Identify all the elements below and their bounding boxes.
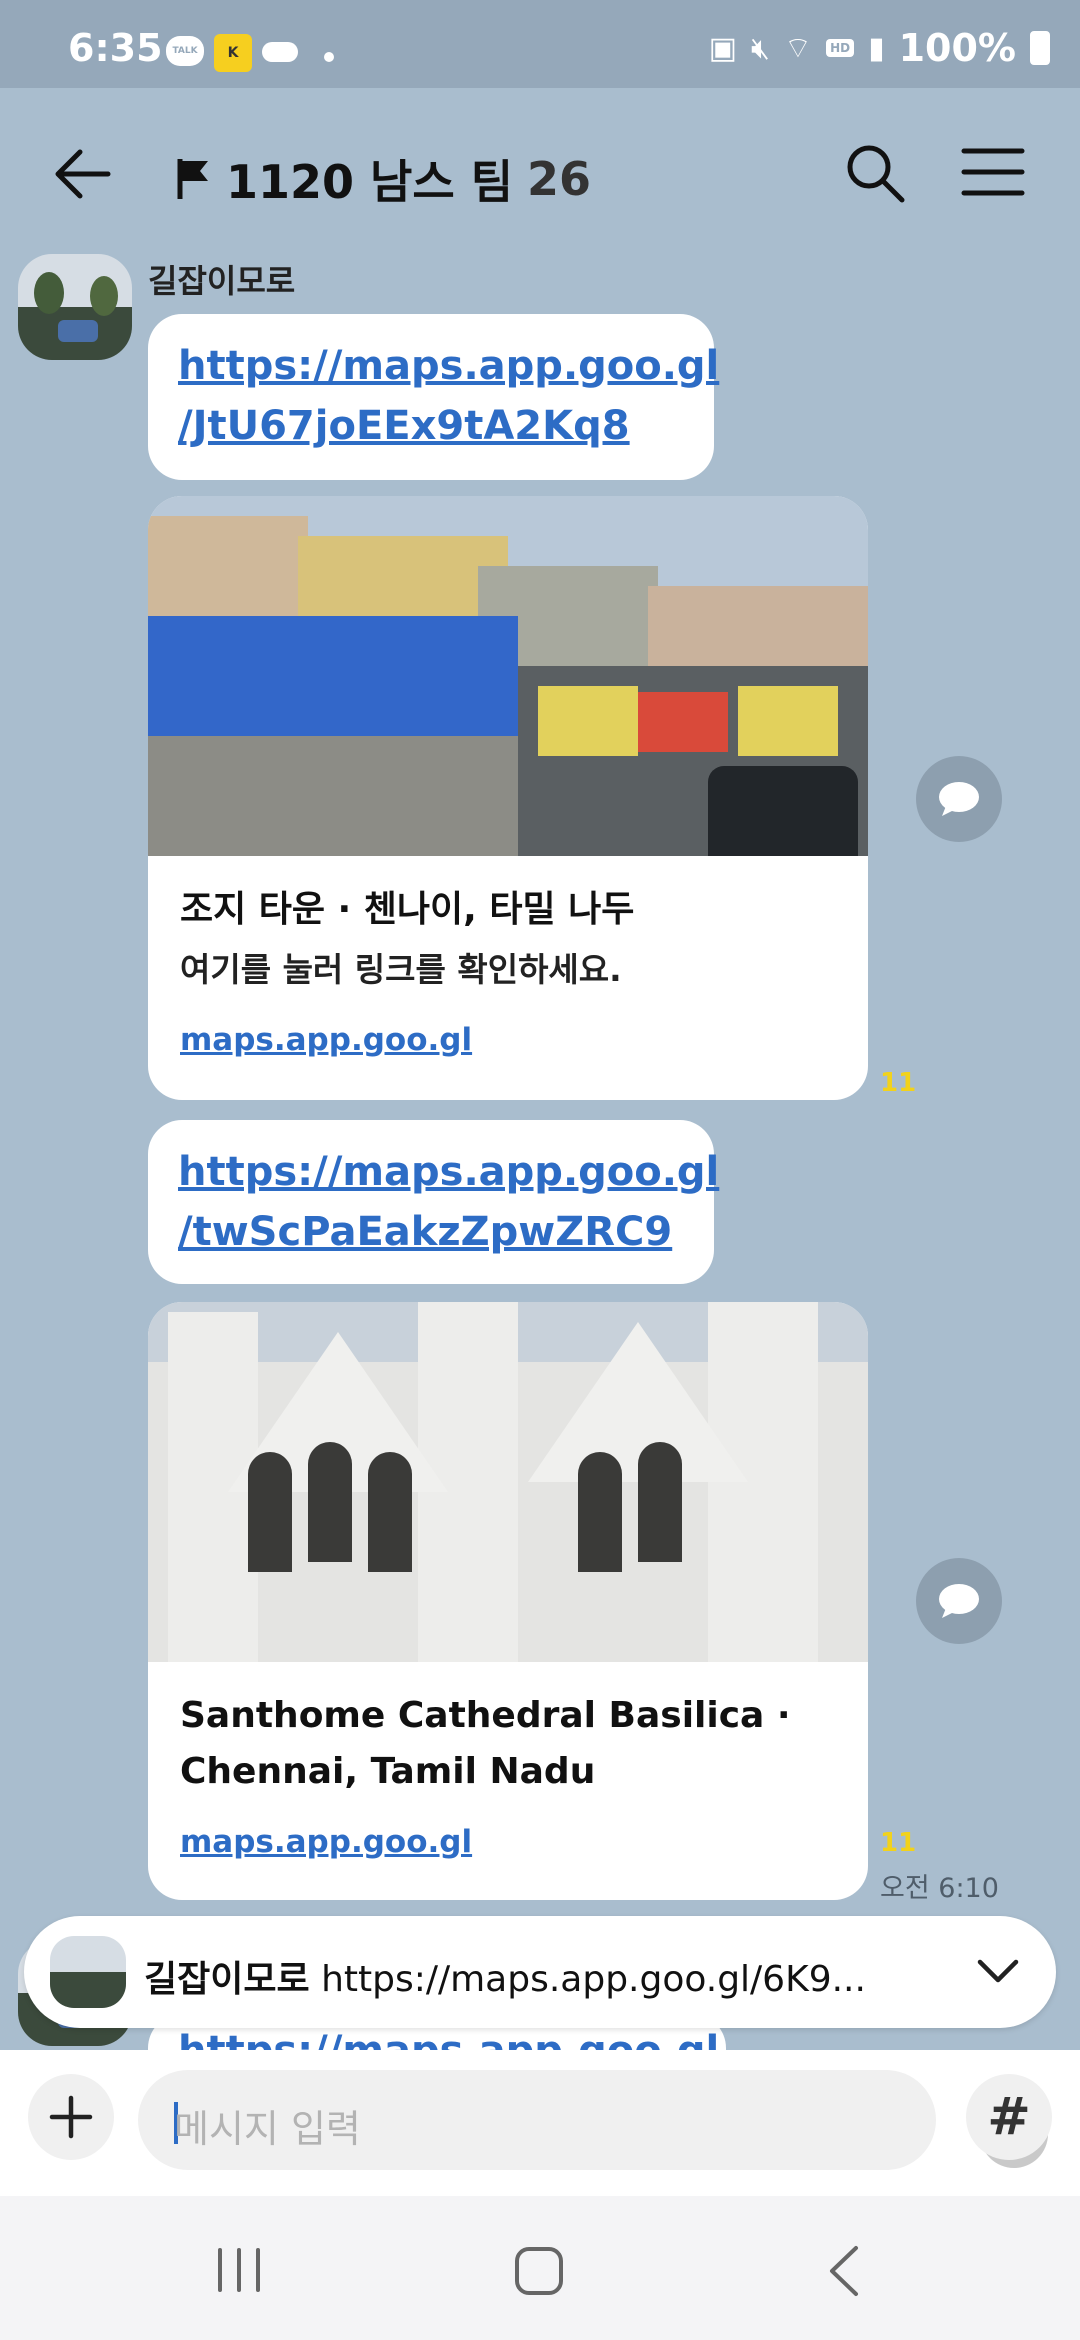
kakaotalk-notification-icon: TALK (166, 36, 204, 66)
link-line[interactable]: /JtU67joEEx9tA2Kq8 (178, 396, 684, 456)
wifi-icon: ⌔ (783, 31, 813, 66)
link-line[interactable]: /twScPaEakzZpwZRC9 (178, 1202, 684, 1262)
link-preview-card-1[interactable]: 조지 타운 · 첸나이, 타밀 나두 여기를 눌러 링크를 확인하세요. map… (148, 496, 868, 1100)
status-bar: 6:35 TALK K ▣ 🔇︎ ⌔ HD ▮ 100% (0, 0, 1080, 88)
search-icon[interactable] (842, 140, 908, 206)
link-preview-card-2[interactable]: Santhome Cathedral Basilica · Chennai, T… (148, 1302, 868, 1900)
link-message-1[interactable]: https://maps.app.goo.gl /JtU67joEEx9tA2K… (148, 314, 719, 480)
battery-percent: 100% (898, 26, 1016, 70)
sender-name: 길잡이모로 (148, 262, 296, 300)
member-count: 26 (527, 152, 592, 206)
chat-header: 1120 남스 팀 26 (0, 88, 1080, 258)
sender-avatar[interactable] (18, 254, 132, 360)
attach-button[interactable] (28, 2074, 114, 2160)
message-input-bar: 메시지 입력 # (0, 2050, 1080, 2196)
notice-message: https://maps.app.goo.gl/6K9... (321, 1959, 866, 2000)
link-line[interactable]: https://maps.app.goo.gl (178, 336, 719, 396)
home-icon[interactable] (514, 2246, 564, 2296)
menu-icon[interactable] (960, 146, 1026, 198)
notice-sender: 길잡이모로 (144, 1959, 310, 2000)
cloud-icon (262, 42, 298, 62)
nfc-icon: ▣ (708, 30, 737, 66)
message-input[interactable]: 메시지 입력 (138, 2070, 1048, 2170)
app-notification-icon: K (214, 34, 252, 72)
pinned-notice-bar[interactable]: 길잡이모로 https://maps.app.goo.gl/6K9... (24, 1916, 1056, 2028)
flag-icon (177, 159, 208, 199)
speech-bubble-icon (939, 782, 979, 816)
speech-bubble-icon (939, 1584, 979, 1618)
back-arrow-icon[interactable] (50, 142, 114, 206)
notice-text: 길잡이모로 https://maps.app.goo.gl/6K9... (144, 1950, 964, 2002)
preview-description: 여기를 눌러 링크를 확인하세요. (180, 950, 622, 989)
unread-count: 11 (880, 1828, 917, 1858)
link-line[interactable]: https://maps.app.goo.gl (178, 1142, 719, 1202)
share-button[interactable] (916, 756, 1002, 842)
signal-icon: ▮ (868, 30, 885, 66)
preview-image (148, 1302, 868, 1662)
chevron-down-icon[interactable] (976, 1952, 1020, 1992)
preview-title: Santhome Cathedral Basilica · (180, 1695, 791, 1736)
status-time: 6:35 (68, 26, 163, 70)
recent-apps-icon[interactable] (212, 2248, 266, 2292)
system-navigation-bar (0, 2196, 1080, 2340)
notice-avatar (50, 1936, 126, 2008)
chat-title-area[interactable]: 1120 남스 팀 26 (176, 146, 591, 212)
battery-icon (1030, 31, 1050, 65)
more-notifications-dot-icon (324, 52, 334, 62)
preview-image (148, 496, 868, 856)
hd-voice-icon: HD (826, 39, 855, 57)
plus-icon (49, 2095, 93, 2139)
unread-count: 11 (880, 1068, 917, 1098)
message-time: 오전 6:10 (880, 1873, 999, 1904)
mute-icon: 🔇︎ (750, 30, 770, 66)
status-indicators: ▣ 🔇︎ ⌔ HD ▮ 100% (709, 26, 1050, 70)
hashtag-search-button[interactable]: # (966, 2074, 1052, 2160)
preview-title: Chennai, Tamil Nadu (180, 1751, 596, 1792)
message-input-placeholder: 메시지 입력 (174, 2107, 361, 2151)
preview-title: 조지 타운 · 첸나이, 타밀 나두 (180, 889, 635, 930)
share-button[interactable] (916, 1558, 1002, 1644)
link-message-2[interactable]: https://maps.app.goo.gl /twScPaEakzZpwZR… (148, 1120, 719, 1284)
preview-domain: maps.app.goo.gl (180, 1824, 473, 1860)
preview-domain: maps.app.goo.gl (180, 1022, 473, 1058)
chat-title: 1120 남스 팀 (226, 155, 514, 209)
back-nav-icon[interactable] (826, 2244, 862, 2298)
